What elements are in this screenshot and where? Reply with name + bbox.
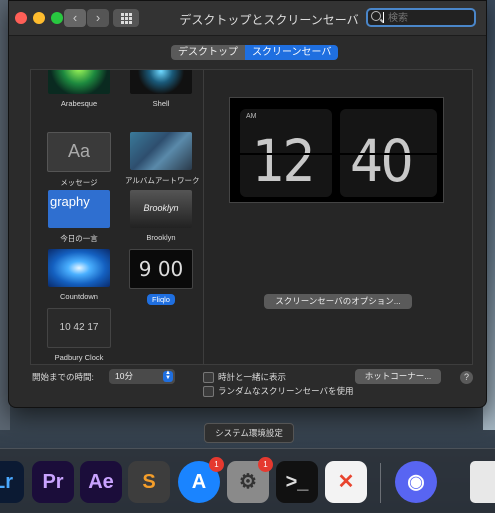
screensaver-item-message[interactable]: Aa メッセージ: [43, 132, 115, 188]
word-of-the-day-thumbnail: graphy: [48, 190, 110, 228]
dock-divider: [380, 463, 381, 503]
lightroom-icon: Lr: [0, 471, 13, 493]
text-cursor: [383, 12, 384, 23]
dock-app-terminal[interactable]: >_: [276, 461, 318, 503]
dock-app-after-effects[interactable]: Ae: [80, 461, 122, 503]
minimize-button[interactable]: [33, 12, 45, 24]
screensaver-list[interactable]: Arabesque Shell Aa メッセージ アルバムアートワーク grap…: [31, 70, 204, 364]
dock-tooltip: システム環境設定: [204, 423, 294, 443]
message-thumbnail: Aa: [47, 132, 111, 172]
chevron-left-icon: ‹: [72, 10, 78, 25]
screensaver-item-padbury-clock[interactable]: 10 42 17 Padbury Clock: [43, 308, 115, 362]
show-all-button[interactable]: [113, 9, 139, 27]
screensaver-item-brooklyn[interactable]: Brooklyn Brooklyn: [125, 190, 197, 242]
thumbnail-text: Aa: [67, 141, 91, 161]
thumbnail-text: 10 42 17: [59, 322, 99, 333]
screensaver-item-countdown[interactable]: Countdown: [43, 249, 115, 301]
screensaver-label: Arabesque: [60, 99, 98, 108]
search-field[interactable]: [366, 8, 476, 27]
app-store-icon: A: [191, 471, 207, 493]
show-clock-label: 時計と一緒に表示: [218, 372, 287, 382]
after-effects-icon: Ae: [88, 471, 114, 493]
minute-flip-card: 40: [340, 109, 437, 197]
preview-area: AM 12 40 スクリーンセーバのオプション...: [204, 70, 472, 364]
dock-app-app-store[interactable]: A 1: [178, 457, 224, 503]
dock-app-sublime-text[interactable]: S: [128, 461, 170, 503]
start-after-label: 開始までの時間:: [32, 372, 94, 382]
back-button[interactable]: ‹: [64, 9, 86, 27]
hour-digits: 12: [252, 127, 316, 195]
thumbnail-text: graphy: [50, 194, 90, 209]
content-panel: Arabesque Shell Aa メッセージ アルバムアートワーク grap…: [30, 69, 473, 365]
zoom-button[interactable]: [51, 12, 63, 24]
screensaver-label-selected: Fliqlo: [147, 294, 175, 305]
close-button[interactable]: [15, 12, 27, 24]
screensaver-label: Brooklyn: [146, 233, 176, 242]
dock-app-discord[interactable]: ◉: [395, 461, 437, 503]
arabesque-thumbnail: [48, 70, 110, 94]
dock-app-xmind[interactable]: ✕: [325, 461, 367, 503]
tab-screensaver[interactable]: スクリーンセーバ: [245, 45, 339, 60]
screensaver-preview: AM 12 40: [229, 97, 444, 203]
show-clock-checkbox[interactable]: [203, 372, 214, 383]
screensaver-label: Countdown: [60, 292, 98, 301]
hour-flip-card: AM 12: [240, 109, 332, 197]
tab-bar: デスクトップ スクリーンセーバ: [171, 45, 339, 60]
screensaver-item-fliqlo[interactable]: 9 00 Fliqlo: [125, 249, 197, 307]
brooklyn-thumbnail: Brooklyn: [130, 190, 192, 228]
updown-chevron-icon: ▲ ▼: [163, 370, 173, 382]
help-button[interactable]: ?: [460, 371, 473, 384]
dock: Lr Pr Ae S A 1 ⚙ 1 >_ ✕ ◉: [0, 448, 495, 513]
screensaver-label: Shell: [152, 99, 170, 108]
hot-corners-button[interactable]: ホットコーナー...: [355, 369, 441, 384]
chevron-right-icon: ›: [95, 10, 101, 25]
start-after-value: 10分: [115, 371, 133, 381]
sublime-text-icon: S: [142, 471, 156, 493]
thumbnail-text: 9 00: [138, 257, 184, 281]
screensaver-options-button[interactable]: スクリーンセーバのオプション...: [264, 294, 412, 309]
notification-badge: 1: [258, 457, 273, 472]
ampm-indicator: AM: [246, 113, 257, 120]
countdown-thumbnail: [48, 249, 110, 287]
random-screensaver-label: ランダムなスクリーンセーバを使用: [218, 386, 354, 396]
screensaver-item-shell[interactable]: Shell: [125, 70, 197, 108]
dock-app-lightroom[interactable]: Lr: [0, 461, 24, 503]
thumbnail-text: Brooklyn: [143, 203, 179, 213]
search-icon: [371, 11, 381, 21]
screensaver-item-arabesque[interactable]: Arabesque: [43, 70, 115, 108]
preferences-window: ‹ › デスクトップとスクリーンセーバ デスクトップ スクリーンセーバ Arab…: [8, 0, 487, 408]
padbury-clock-thumbnail: 10 42 17: [47, 308, 111, 348]
screensaver-label: メッセージ: [60, 178, 98, 187]
xmind-icon: ✕: [337, 471, 355, 493]
dock-app-premiere-pro[interactable]: Pr: [32, 461, 74, 503]
terminal-icon: >_: [285, 471, 309, 493]
dock-app-system-preferences[interactable]: ⚙ 1: [227, 457, 273, 503]
screensaver-label: 今日の一言: [60, 234, 98, 243]
minute-digits: 40: [350, 127, 414, 195]
screensaver-item-word-of-the-day[interactable]: graphy 今日の一言: [43, 190, 115, 244]
window-title: デスクトップとスクリーンセーバ: [179, 13, 359, 27]
premiere-pro-icon: Pr: [42, 471, 64, 493]
title-bar: ‹ › デスクトップとスクリーンセーバ: [9, 1, 486, 36]
tab-desktop[interactable]: デスクトップ: [171, 45, 245, 60]
fliqlo-thumbnail: 9 00: [129, 249, 193, 289]
screensaver-item-album-artwork[interactable]: アルバムアートワーク: [125, 132, 200, 186]
screensaver-label: アルバムアートワーク: [125, 176, 200, 185]
start-after-select[interactable]: 10分 ▲ ▼: [109, 369, 175, 384]
album-artwork-thumbnail: [130, 132, 192, 170]
random-screensaver-checkbox[interactable]: [203, 386, 214, 397]
gear-icon: ⚙: [239, 471, 257, 493]
screensaver-label: Padbury Clock: [54, 353, 104, 362]
dock-document[interactable]: [470, 461, 495, 503]
search-input[interactable]: [386, 10, 475, 27]
notification-badge: 1: [209, 457, 224, 472]
discord-icon: ◉: [407, 471, 425, 493]
shell-thumbnail: [130, 70, 192, 94]
forward-button[interactable]: ›: [87, 9, 109, 27]
